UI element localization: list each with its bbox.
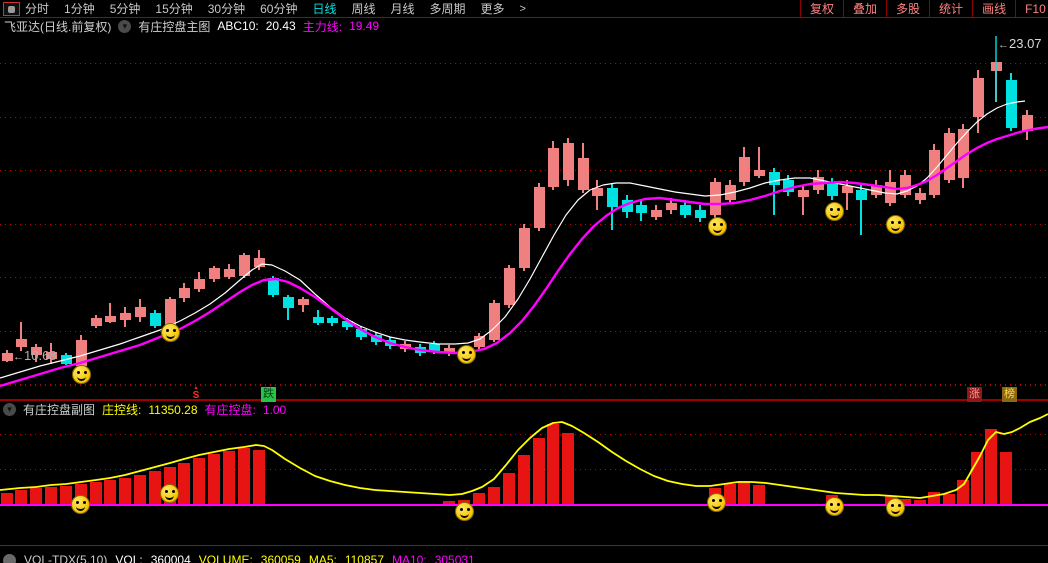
sub-indicator-name[interactable]: 有庄控盘副图 (23, 401, 95, 418)
menu-item-timeframe[interactable]: 15分钟 (155, 0, 192, 17)
yz-value: 1.00 (262, 402, 287, 417)
zk-line-value: 11350.28 (148, 402, 198, 417)
arrow-left-icon: ← (998, 39, 1009, 51)
smiley-signal-icon (161, 323, 180, 342)
board-tag[interactable]: 榜 (1002, 387, 1017, 402)
sell-signal-marker: ▲ S (192, 385, 200, 401)
zk-line-label: 庄控线: (102, 403, 142, 417)
menu-item-active[interactable]: 日线 (312, 0, 336, 17)
yz-label: 有庄控盘: (204, 403, 256, 417)
smiley-signal-icon (886, 498, 905, 517)
smiley-signal-icon (825, 497, 844, 516)
menu-item-timeframe[interactable]: 更多 (481, 0, 505, 17)
menu-item-tool[interactable]: 画线 (972, 0, 1015, 17)
chevron-down-icon[interactable]: ▾ (118, 19, 132, 33)
menu-item-tool[interactable]: 多股 (886, 0, 929, 17)
smiley-signal-icon (825, 202, 844, 221)
app-window-icon[interactable] (3, 2, 20, 16)
menu-item-timeframe[interactable]: 5分钟 (110, 0, 141, 17)
menu-item-timeframe[interactable]: 多周期 (430, 0, 466, 17)
smiley-signal-icon (160, 484, 179, 503)
abc10-value: 20.43 (265, 19, 296, 33)
collapse-circle-icon[interactable] (3, 553, 16, 563)
main-force-line (0, 125, 1048, 388)
smiley-signal-icon (886, 215, 905, 234)
chart-layer (0, 0, 1048, 563)
high-price-label: ←23.07 (998, 36, 1042, 51)
fall-tag[interactable]: 跌 (261, 387, 276, 402)
volume-value: 360059 (260, 553, 301, 563)
smiley-signal-icon (457, 345, 476, 364)
vol-label: VOL: (115, 553, 143, 563)
chevron-down-icon[interactable]: ▾ (3, 403, 16, 416)
menu-bar: 分时 1分钟 5分钟 15分钟 30分钟 60分钟 日线 周线 月线 多周期 更多 > 复权 叠加 多股统… (0, 0, 1048, 18)
smiley-signal-icon (455, 502, 474, 521)
volume-label: VOLUME: (198, 553, 253, 563)
smiley-signal-icon (707, 493, 726, 512)
ma5-label: MA5: (308, 553, 337, 563)
smiley-signal-icon (72, 365, 91, 384)
indicator-lines (0, 36, 1048, 506)
vol-value: 360004 (150, 553, 191, 563)
chart-title-row: 飞亚达(日线.前复权) ▾ 有庄控盘主图 ABC10: 20.43 主力线: 1… (4, 18, 379, 34)
abc10-line (0, 100, 1026, 379)
menu-item-timeframe[interactable]: 1分钟 (64, 0, 95, 17)
main-indicator-name[interactable]: 有庄控盘主图 (138, 18, 210, 35)
menu-item-tool[interactable]: 复权 (800, 0, 843, 17)
rise-tag[interactable]: 涨 (967, 387, 982, 402)
menu-item-timeframe[interactable]: 周线 (351, 0, 375, 17)
smiley-signal-icon (71, 495, 90, 514)
menu-item-timeframe[interactable]: 分时 (25, 0, 49, 17)
menu-item-tool[interactable]: 统计 (929, 0, 972, 17)
sub-panel-header: ▾ 有庄控盘副图 庄控线: 11350.28 有庄控盘: 1.00 (3, 402, 286, 417)
menu-item-tool[interactable]: F10 (1015, 0, 1048, 17)
smiley-signal-icon (708, 217, 727, 236)
menu-item-timeframe[interactable]: 60分钟 (260, 0, 297, 17)
vol-indicator-name[interactable]: VOL-TDX(5,10) (24, 553, 107, 563)
volume-panel-header: VOL-TDX(5,10) VOL: 360004 VOLUME: 360059… (3, 550, 475, 563)
ma5-value: 110857 (344, 553, 384, 563)
main-line-value: 19.49 (349, 19, 380, 33)
zk-yellow-line (0, 413, 1048, 499)
menu-item-tool[interactable]: 叠加 (843, 0, 886, 17)
ma10-label: MA10: (392, 553, 427, 563)
main-line-label: 主力线: (302, 19, 343, 34)
menu-item-timeframe[interactable]: 月线 (391, 0, 415, 17)
stock-title: 飞亚达(日线.前复权) (4, 19, 112, 34)
timeframe-menu: 分时 1分钟 5分钟 15分钟 30分钟 60分钟 日线 周线 月线 多周期 更多 > (25, 0, 526, 17)
arrow-left-icon: ← (13, 351, 24, 363)
ma10-value: 305031 (434, 553, 475, 563)
tools-menu: 复权叠加多股统计画线F10标记 (800, 0, 1048, 17)
low-price-label: ←10.68 (13, 348, 57, 363)
more-arrow-icon[interactable]: > (520, 3, 526, 15)
abc10-label: ABC10: (217, 19, 259, 33)
menu-item-timeframe[interactable]: 30分钟 (208, 0, 245, 17)
trading-terminal-window: 分时 1分钟 5分钟 15分钟 30分钟 60分钟 日线 周线 月线 多周期 更多 > 复权 叠加 多股统… (0, 0, 1048, 563)
